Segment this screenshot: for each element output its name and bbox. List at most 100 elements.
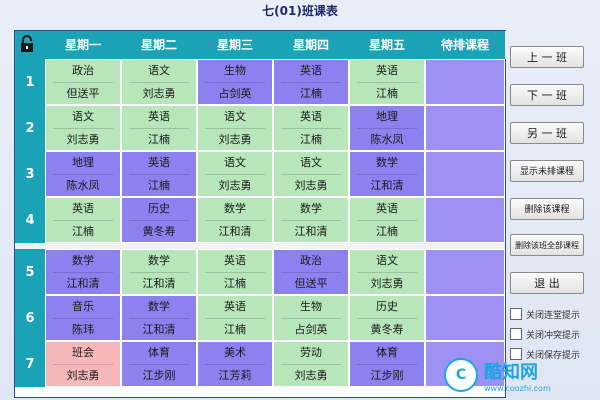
subject-label: 英语 (224, 299, 246, 313)
timetable-cell[interactable]: 数学 江和清 (197, 197, 273, 243)
timetable-cell[interactable]: 英语 江楠 (273, 59, 349, 105)
timetable-cell[interactable]: 音乐 陈玮 (45, 295, 121, 341)
teacher-label: 占剑英 (218, 86, 252, 100)
timetable-cell[interactable]: 数学 江和清 (273, 197, 349, 243)
timetable-cell[interactable]: 地理 陈水凤 (349, 105, 425, 151)
timetable-cell[interactable]: 生物 占剑英 (197, 59, 273, 105)
subject-label: 英语 (148, 109, 170, 123)
period-number: 7 (15, 341, 45, 388)
delete-course-button[interactable]: 删除该课程 (510, 198, 584, 220)
subject-label: 劳动 (300, 345, 322, 359)
checkbox-box[interactable] (510, 328, 522, 340)
timetable-cell[interactable] (425, 105, 505, 151)
timetable-cell[interactable]: 劳动 刘志勇 (273, 341, 349, 387)
timetable-cell[interactable]: 语文 刘志勇 (349, 249, 425, 295)
teacher-label: 陈水凤 (370, 132, 404, 146)
timetable-cell[interactable]: 历史 黄冬寿 (349, 295, 425, 341)
corner-cell (15, 31, 46, 59)
timetable-cell[interactable]: 英语 江楠 (45, 197, 121, 243)
checkbox-close-consecutive[interactable]: 关闭连堂提示 (510, 306, 598, 322)
cell-separator (281, 81, 341, 83)
timetable-cell[interactable]: 语文 刘志勇 (197, 105, 273, 151)
timetable-cell[interactable]: 数学 江和清 (349, 151, 425, 197)
cell-separator (129, 81, 189, 83)
cell-separator (205, 127, 265, 129)
timetable-cell[interactable]: 语文 刘志勇 (197, 151, 273, 197)
teacher-label: 江楠 (376, 224, 398, 238)
timetable-cell[interactable]: 体育 江步刚 (349, 341, 425, 387)
timetable-cell[interactable]: 地理 陈水凤 (45, 151, 121, 197)
teacher-label: 占剑英 (294, 322, 328, 336)
timetable-cell[interactable]: 语文 刘志勇 (273, 151, 349, 197)
teacher-label: 江步刚 (370, 368, 404, 382)
cell-separator (53, 219, 113, 221)
subject-label: 英语 (72, 201, 94, 215)
exit-button[interactable]: 退 出 (510, 272, 584, 294)
teacher-label: 刘志勇 (294, 178, 328, 192)
cell-separator (357, 219, 417, 221)
timetable-cell[interactable]: 历史 黄冬寿 (121, 197, 197, 243)
timetable-cell[interactable]: 体育 江步刚 (121, 341, 197, 387)
cell-separator (281, 363, 341, 365)
timetable-cell[interactable]: 政治 但送平 (45, 59, 121, 105)
timetable-cell[interactable]: 语文 刘志勇 (121, 59, 197, 105)
cell-separator (205, 219, 265, 221)
timetable-cell[interactable] (425, 151, 505, 197)
timetable-cell[interactable] (425, 59, 505, 105)
teacher-label: 江和清 (294, 224, 328, 238)
timetable-cell[interactable]: 政治 但送平 (273, 249, 349, 295)
other-class-button[interactable]: 另 一 班 (510, 122, 584, 144)
prev-class-button[interactable]: 上 一 班 (510, 46, 584, 68)
subject-label: 语文 (376, 253, 398, 267)
lock-icon[interactable] (19, 35, 35, 53)
coozhi-logo-icon: C (444, 358, 478, 392)
schedule-window: 七(01)班课表 星期一 星期二 星期三 星期四 星期五 待排课程 1 政治 但送平 语文 刘志勇生… (0, 0, 600, 400)
teacher-label: 刘志勇 (218, 178, 252, 192)
teacher-label: 江楠 (72, 224, 94, 238)
teacher-label: 刘志勇 (294, 368, 328, 382)
teacher-label: 刘志勇 (218, 132, 252, 146)
checkbox-close-conflict[interactable]: 关闭冲突提示 (510, 326, 598, 342)
column-header: 星期三 (197, 31, 274, 59)
timetable-cell[interactable] (425, 197, 505, 243)
cell-separator (53, 81, 113, 83)
teacher-label: 江步刚 (142, 368, 176, 382)
subject-label: 英语 (224, 253, 246, 267)
column-header: 待排课程 (425, 31, 506, 59)
timetable-cell[interactable]: 英语 江楠 (197, 249, 273, 295)
timetable-cell[interactable]: 英语 江楠 (197, 295, 273, 341)
timetable-cell[interactable] (425, 249, 505, 295)
timetable-cell[interactable] (425, 295, 505, 341)
subject-label: 英语 (148, 155, 170, 169)
timetable-cell[interactable]: 班会 刘志勇 (45, 341, 121, 387)
timetable-cell[interactable]: 英语 江楠 (121, 105, 197, 151)
period-number: 6 (15, 295, 45, 342)
cell-separator (53, 127, 113, 129)
teacher-label: 刘志勇 (66, 368, 100, 382)
subject-label: 英语 (300, 63, 322, 77)
cell-separator (129, 219, 189, 221)
timetable-cell[interactable]: 美术 江芳莉 (197, 341, 273, 387)
cell-separator (357, 127, 417, 129)
cell-separator (53, 173, 113, 175)
timetable-cell[interactable]: 英语 江楠 (121, 151, 197, 197)
teacher-label: 江楠 (376, 86, 398, 100)
timetable-cell[interactable]: 英语 江楠 (273, 105, 349, 151)
timetable-cell[interactable]: 数学 江和清 (121, 249, 197, 295)
timetable-cell[interactable]: 语文 刘志勇 (45, 105, 121, 151)
timetable-cell[interactable]: 数学 江和清 (45, 249, 121, 295)
timetable-cell[interactable]: 数学 江和清 (121, 295, 197, 341)
show-unscheduled-button[interactable]: 显示未排课程 (510, 160, 584, 182)
subject-label: 英语 (376, 63, 398, 77)
delete-all-button[interactable]: 删除该班全部课程 (510, 234, 584, 256)
checkbox-label: 关闭冲突提示 (526, 330, 581, 341)
next-class-button[interactable]: 下 一 班 (510, 84, 584, 106)
timetable-cell[interactable]: 生物 占剑英 (273, 295, 349, 341)
cell-separator (281, 173, 341, 175)
column-header: 星期五 (349, 31, 426, 59)
checkbox-box[interactable] (510, 308, 522, 320)
timetable-cell[interactable]: 英语 江楠 (349, 59, 425, 105)
teacher-label: 江和清 (142, 276, 176, 290)
period-number: 3 (15, 151, 45, 198)
timetable-cell[interactable]: 英语 江楠 (349, 197, 425, 243)
